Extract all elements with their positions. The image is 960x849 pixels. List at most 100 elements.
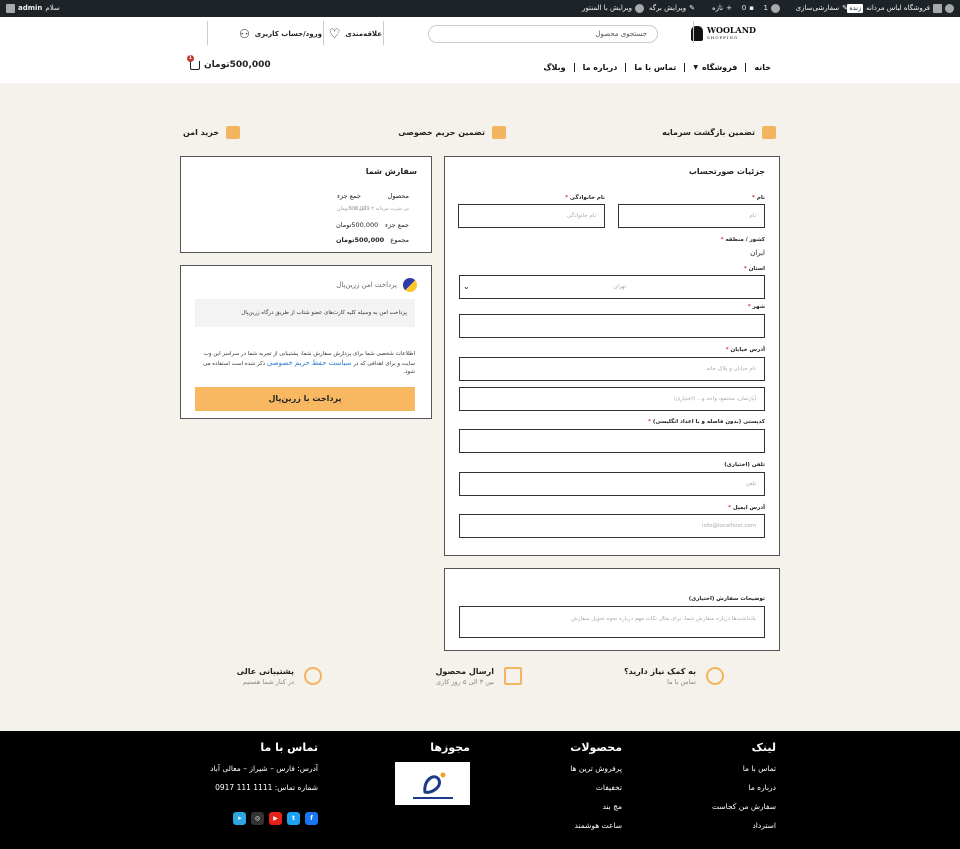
nav-about[interactable]: درباره ما bbox=[583, 63, 618, 72]
search-icon bbox=[6, 4, 15, 13]
lock-icon bbox=[492, 126, 506, 139]
site-logo[interactable]: WOOLAND SHOPPING bbox=[690, 26, 756, 41]
chat-icon bbox=[706, 667, 724, 685]
divider bbox=[323, 21, 324, 45]
footer-links-title: لینک bbox=[751, 741, 776, 754]
footer-product-wristbands[interactable]: مچ بند bbox=[602, 802, 622, 811]
divider bbox=[383, 21, 384, 45]
wishlist-button[interactable]: علاقه‌مندی ♡ bbox=[329, 23, 382, 45]
comment-icon: ▪ bbox=[749, 4, 754, 12]
wordpress-icon bbox=[945, 4, 954, 13]
search-input[interactable]: جستجوی محصول bbox=[428, 25, 658, 43]
notes-label: توضیحات سفارش (اختیاری) bbox=[688, 596, 765, 602]
address-line2-input[interactable]: آپارتمان، مجتمع، واحد و... (اختیاری) bbox=[459, 387, 765, 411]
divider bbox=[693, 21, 694, 43]
pencil-icon: ✎ bbox=[842, 4, 848, 12]
heart-icon: ♡ bbox=[328, 26, 341, 42]
cart-button[interactable]: 500,000تومان 1 bbox=[187, 54, 271, 70]
account-button[interactable]: ورود/حساب کاربری ⚇ bbox=[239, 23, 322, 45]
payment-panel: پرداخت امن زرین‌پال پرداخت امن به وسیله … bbox=[180, 265, 432, 419]
zarinpal-logo-icon bbox=[403, 278, 417, 292]
footer-product-discounts[interactable]: تخفیفات bbox=[596, 783, 622, 792]
phone-input[interactable]: تلفن bbox=[459, 472, 765, 496]
email-input[interactable]: info@localhost.com bbox=[459, 514, 765, 538]
pencil-icon: ✎ bbox=[689, 4, 695, 12]
billing-panel: جزئیات صورتحساب نام * نام نام خانوادگی *… bbox=[444, 156, 780, 556]
chevron-down-icon: ▼ bbox=[693, 63, 698, 71]
payment-method[interactable]: پرداخت امن زرین‌پال bbox=[336, 278, 417, 292]
nav-shop[interactable]: فروشگاه bbox=[702, 63, 737, 72]
updates-icon bbox=[771, 4, 780, 13]
footer-link-contact[interactable]: تماس با ما bbox=[743, 764, 776, 773]
cart-badge: 1 bbox=[187, 54, 194, 62]
city-input[interactable] bbox=[459, 314, 765, 338]
privacy-notice: اطلاعات شخصی شما برای پردازش سفارش شما، … bbox=[202, 351, 415, 375]
instagram-icon[interactable]: ◎ bbox=[251, 812, 264, 825]
feature-privacy: تضمین حریم خصوصی bbox=[398, 126, 506, 139]
footer-link-track-order[interactable]: سفارش من کجاست bbox=[712, 802, 776, 811]
first-name-input[interactable]: نام bbox=[618, 204, 765, 228]
footer-products-title: محصولات bbox=[570, 741, 622, 754]
feature-money-back: تضمین بازگشت سرمایه bbox=[662, 126, 776, 139]
enamad-logo-icon bbox=[413, 772, 453, 799]
new-link[interactable]: + تازه bbox=[712, 0, 732, 17]
order-total: 500,000تومان bbox=[336, 236, 385, 244]
footer-licenses-title: مجوزها bbox=[430, 741, 470, 754]
pay-button[interactable]: پرداخت با زرین‌پال bbox=[195, 387, 415, 411]
country-value: ایران bbox=[750, 249, 765, 257]
order-product-price: 500,000تومان bbox=[337, 206, 370, 212]
telegram-icon[interactable]: ➤ bbox=[233, 812, 246, 825]
user-icon: ⚇ bbox=[238, 27, 250, 41]
footer-product-bestsellers[interactable]: پرفروش ترین ها bbox=[570, 764, 622, 773]
order-subtotal: 500,000تومان bbox=[336, 221, 379, 229]
edit-elementor-link[interactable]: ویرایش با المنتور bbox=[582, 0, 644, 17]
thumbs-up-icon bbox=[762, 126, 776, 139]
customize-link[interactable]: ✎ سفارشی‌سازی bbox=[796, 0, 848, 17]
twitter-icon[interactable]: t bbox=[287, 812, 300, 825]
main-nav: خانه فروشگاه ▼ تماس با ما درباره ما وبلا… bbox=[543, 61, 771, 73]
facebook-icon[interactable]: f bbox=[305, 812, 318, 825]
feature-shipping: ارسال محصول بین ۳ الی ۵ روز کاری bbox=[435, 667, 522, 686]
divider bbox=[207, 21, 208, 45]
logo-subtext: SHOPPING bbox=[706, 34, 739, 40]
comments-link[interactable]: 1 bbox=[764, 0, 780, 17]
privacy-link[interactable]: سیاست حفظ حریم خصوصی bbox=[267, 359, 352, 367]
home-icon bbox=[933, 4, 942, 13]
site-name: فروشگاه لباس مردانه bbox=[866, 4, 930, 12]
plus-icon: + bbox=[726, 4, 732, 12]
footer-phone: شماره تماس: 1111 111 0917 bbox=[215, 783, 318, 792]
youtube-icon[interactable]: ▶ bbox=[269, 812, 282, 825]
billing-title: جزئیات صورتحساب bbox=[688, 167, 765, 176]
order-summary-panel: سفارش شما محصول جمع جزء تی شرت مردانه ۲ … bbox=[180, 156, 432, 253]
phone-label: تلفن (اختیاری) bbox=[724, 462, 765, 468]
state-select[interactable]: تهران ⌄ bbox=[459, 275, 765, 299]
order-title: سفارش شما bbox=[365, 167, 417, 176]
headset-icon bbox=[304, 667, 322, 685]
footer-product-smartwatch[interactable]: ساعت هوشمند bbox=[575, 821, 622, 830]
footer-contact-title: تماس با ما bbox=[260, 741, 318, 754]
footer-link-refund[interactable]: استرداد bbox=[752, 821, 776, 830]
admin-bar: فروشگاه لباس مردانه زنده ✎ سفارشی‌سازی 1… bbox=[0, 0, 960, 17]
nav-blog[interactable]: وبلاگ bbox=[543, 63, 565, 72]
footer-link-about[interactable]: درباره ما bbox=[748, 783, 776, 792]
username: admin bbox=[18, 4, 43, 12]
enamad-license-badge[interactable] bbox=[395, 762, 470, 805]
cart-icon: 1 bbox=[187, 54, 200, 70]
nav-contact[interactable]: تماس با ما bbox=[634, 63, 676, 72]
postcode-input[interactable] bbox=[459, 429, 765, 453]
site-footer: لینک تماس با ما درباره ما سفارش من کجاست… bbox=[0, 731, 960, 849]
user-menu[interactable]: سلام admin bbox=[6, 0, 60, 17]
nav-home[interactable]: خانه bbox=[754, 63, 771, 72]
last-name-input[interactable]: نام خانوادگی bbox=[458, 204, 605, 228]
edit-page-link[interactable]: ✎ ویرایش برگه bbox=[649, 0, 695, 17]
payment-description: پرداخت امن به وسیله کلیه کارت‌های عضو شت… bbox=[195, 299, 415, 327]
elementor-icon bbox=[635, 4, 644, 13]
footer-address: آدرس: فارس – شیراز – معالی آباد bbox=[210, 764, 318, 773]
feature-secure-buy: خرید امن bbox=[183, 126, 240, 139]
admin-site-menu[interactable]: فروشگاه لباس مردانه زنده bbox=[847, 0, 954, 17]
live-badge: زنده bbox=[847, 4, 864, 13]
order-notes-textarea[interactable]: یادداشت‌ها درباره سفارش شما، برای مثال ن… bbox=[459, 606, 765, 638]
address-line1-input[interactable]: نام خیابان و پلاک خانه bbox=[459, 357, 765, 381]
updates-link[interactable]: ▪ 0 bbox=[742, 0, 754, 17]
cart-total: 500,000تومان bbox=[204, 60, 271, 70]
